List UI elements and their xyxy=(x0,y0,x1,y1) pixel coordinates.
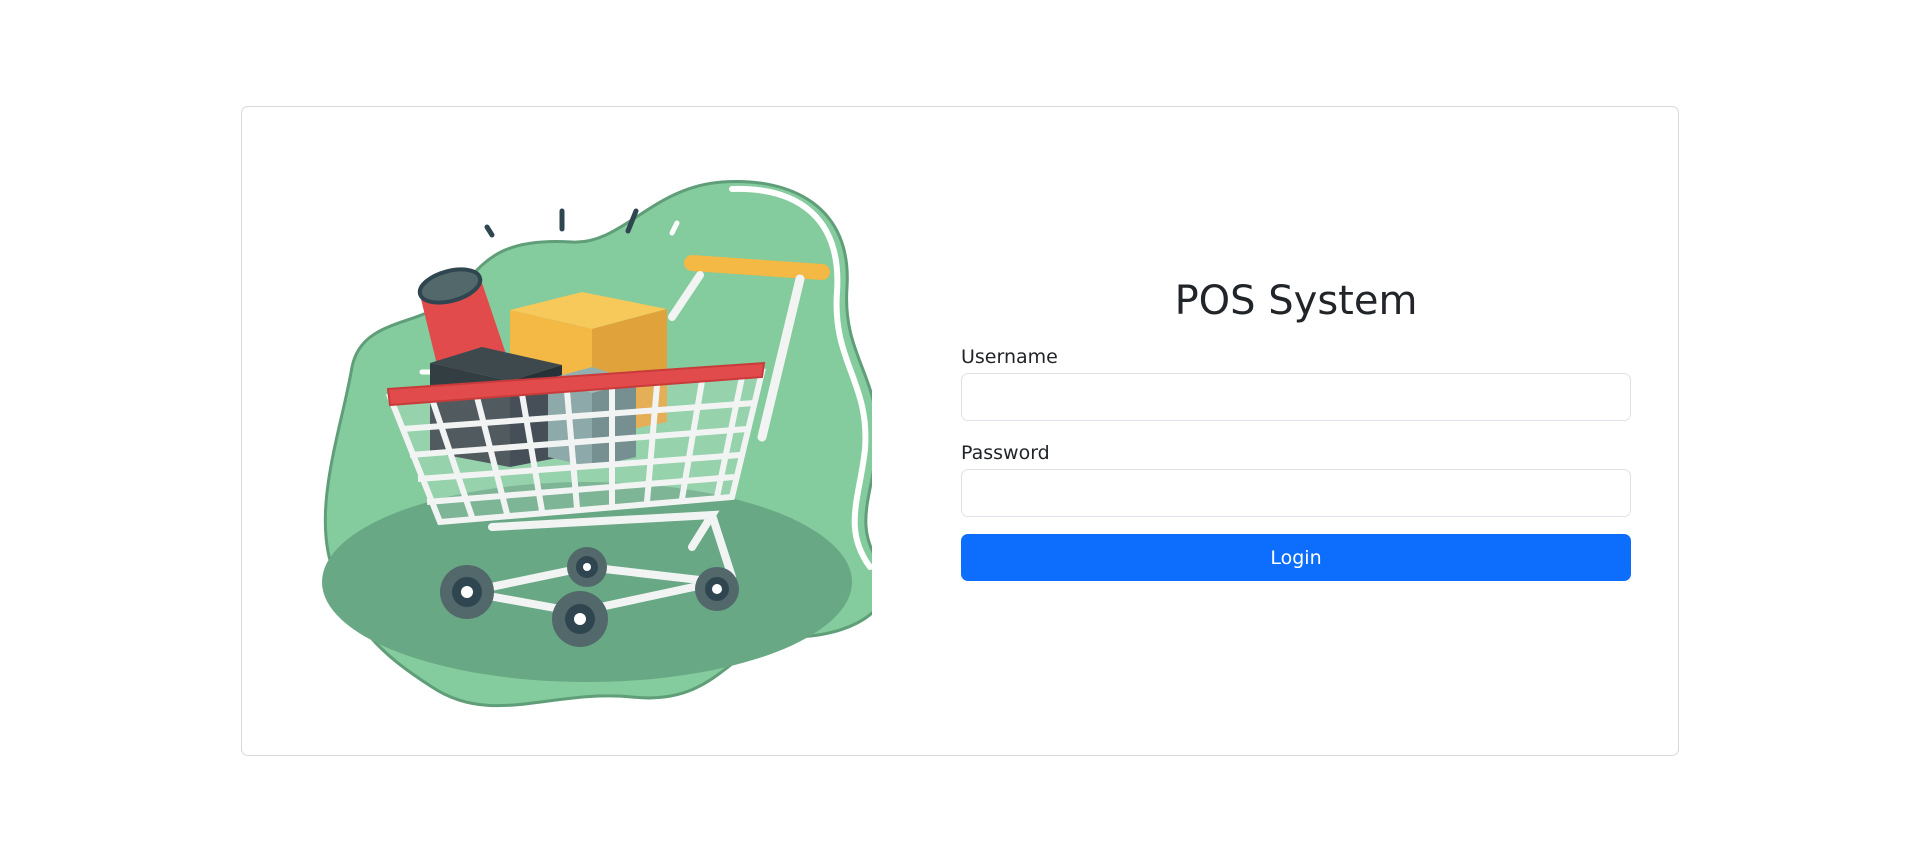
username-label: Username xyxy=(961,346,1058,368)
login-form: POS System Username Password Login xyxy=(961,277,1631,581)
sparkle-mark xyxy=(484,224,495,238)
shopping-cart-illustration xyxy=(322,179,872,708)
login-card: POS System Username Password Login xyxy=(241,106,1679,756)
page-title: POS System xyxy=(1174,278,1418,324)
cart-basket xyxy=(385,361,766,526)
cart-wheel xyxy=(695,567,739,611)
password-input[interactable] xyxy=(961,469,1631,517)
cart-wheel xyxy=(567,547,607,587)
cart-handle xyxy=(684,255,830,280)
username-input[interactable] xyxy=(961,373,1631,421)
cart-wheel xyxy=(440,565,494,619)
password-label: Password xyxy=(961,442,1050,464)
login-button[interactable]: Login xyxy=(961,534,1631,581)
cart-wheel xyxy=(552,591,608,647)
